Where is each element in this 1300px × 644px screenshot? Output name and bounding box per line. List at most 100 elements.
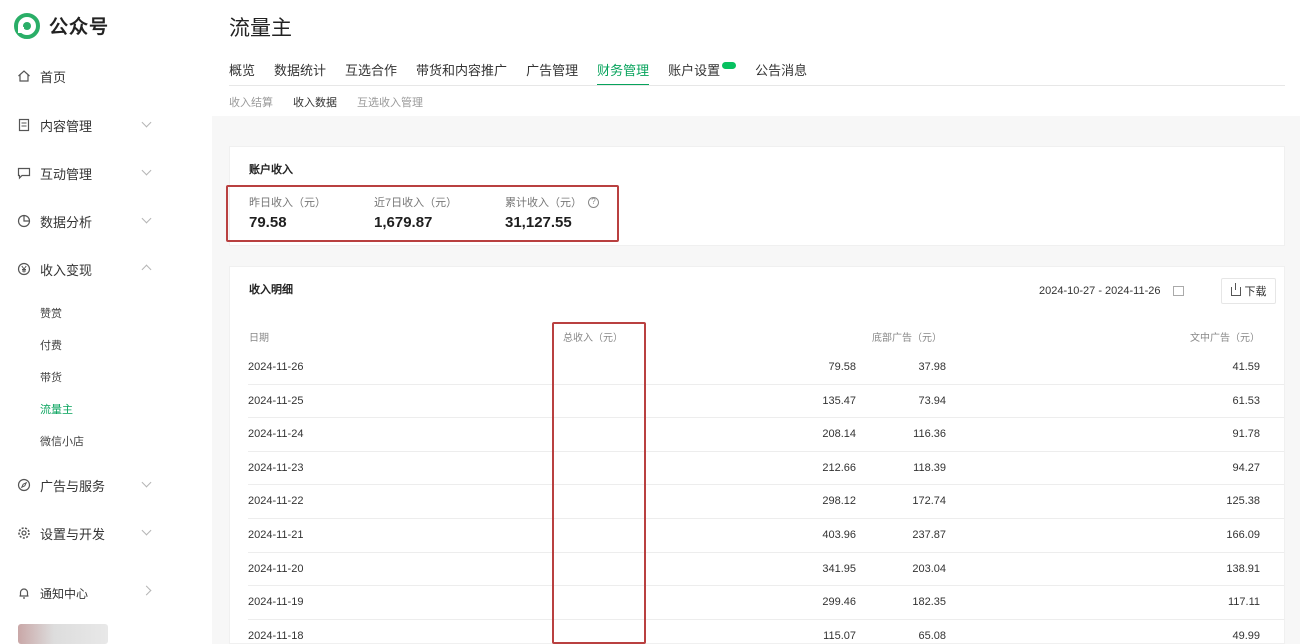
sidebar-item-label: 广告与服务 [40, 478, 106, 494]
cell-date: 2024-11-24 [248, 428, 304, 441]
sidebar-subitem-commerce[interactable]: 带货 [40, 369, 62, 385]
cell-bottom-ad: 65.08 [918, 629, 946, 642]
cell-total: 115.07 [823, 629, 856, 642]
cell-mid-ad: 94.27 [1232, 461, 1260, 474]
sidebar-item-settings-dev[interactable]: 设置与开发 [16, 521, 156, 545]
income-detail-title: 收入明细 [249, 284, 293, 296]
document-icon [16, 117, 32, 133]
sidebar-subitem-paid[interactable]: 付费 [40, 337, 62, 353]
table-row: 2024-11-26 79.58 37.98 41.59 [230, 350, 1284, 384]
sub-tabs: 收入结算 收入数据 互选收入管理 [229, 94, 443, 110]
row-divider [248, 450, 1284, 452]
tab-account-settings[interactable]: 账户设置 [668, 60, 737, 86]
cell-total: 298.12 [822, 495, 856, 508]
sidebar-item-home[interactable]: 首页 [16, 64, 156, 88]
tab-data-stats[interactable]: 数据统计 [274, 60, 326, 86]
cell-mid-ad: 49.99 [1232, 629, 1260, 642]
sidebar-item-label: 内容管理 [40, 118, 93, 134]
subtab-settlement[interactable]: 收入结算 [229, 94, 273, 110]
highlight-box-total-column [552, 322, 646, 644]
table-row: 2024-11-18 115.07 65.08 49.99 [230, 618, 1284, 644]
cell-bottom-ad: 73.94 [918, 394, 946, 407]
row-divider [248, 585, 1284, 587]
sidebar-item-analytics[interactable]: 数据分析 [16, 209, 156, 233]
cell-bottom-ad: 172.74 [912, 495, 946, 508]
sidebar-item-content[interactable]: 内容管理 [16, 113, 156, 137]
table-row: 2024-11-23 212.66 118.39 94.27 [230, 450, 1284, 485]
cell-total: 299.46 [822, 596, 856, 609]
tab-ad-management[interactable]: 广告管理 [526, 60, 578, 86]
home-icon [16, 68, 32, 84]
page-title: 流量主 [229, 17, 292, 40]
sidebar-item-label: 首页 [40, 69, 67, 85]
tab-announcements[interactable]: 公告消息 [755, 60, 807, 86]
row-divider [248, 484, 1284, 486]
tab-finance[interactable]: 财务管理 [597, 60, 650, 86]
cell-total: 403.96 [822, 529, 856, 541]
row-divider [248, 417, 1284, 419]
row-divider [248, 551, 1284, 553]
cell-total: 135.47 [822, 394, 856, 407]
sidebar-item-interaction[interactable]: 互动管理 [16, 161, 156, 185]
cell-date: 2024-11-18 [248, 629, 304, 642]
subtab-mutual-income[interactable]: 互选收入管理 [357, 94, 423, 110]
cell-bottom-ad: 203.04 [912, 562, 946, 575]
column-header-date: 日期 [249, 333, 269, 344]
date-range-picker[interactable]: 2024-10-27 - 2024-11-26 [1039, 285, 1184, 297]
sidebar-subitem-appreciation[interactable]: 赞赏 [40, 305, 62, 321]
cell-bottom-ad: 37.98 [918, 361, 946, 373]
sidebar-item-ads-services[interactable]: 广告与服务 [16, 473, 156, 497]
cell-date: 2024-11-22 [248, 495, 304, 508]
new-badge [722, 62, 737, 69]
app-name: 公众号 [49, 17, 110, 38]
cell-mid-ad: 117.11 [1227, 596, 1260, 609]
tabs-divider [229, 85, 1285, 86]
chevron-up-icon [141, 264, 152, 275]
table-row: 2024-11-24 208.14 116.36 91.78 [230, 417, 1284, 451]
table-row: 2024-11-19 299.46 182.35 117.11 [230, 585, 1284, 619]
account-income-title: 账户收入 [249, 164, 293, 176]
cell-bottom-ad: 182.35 [912, 596, 946, 609]
sidebar-item-label: 互动管理 [40, 166, 93, 182]
calendar-icon [1172, 286, 1184, 296]
yen-circle-icon [16, 261, 32, 277]
subtab-income-data[interactable]: 收入数据 [293, 94, 337, 110]
sidebar-item-label: 收入变现 [40, 262, 93, 278]
app-logo[interactable]: 公众号 [14, 12, 109, 39]
tab-overview[interactable]: 概览 [229, 60, 255, 86]
row-divider [248, 383, 1284, 385]
cell-mid-ad: 61.53 [1232, 394, 1260, 407]
table-row: 2024-11-20 341.95 203.04 138.91 [230, 551, 1284, 586]
chevron-down-icon [141, 117, 152, 128]
cell-mid-ad: 166.09 [1226, 529, 1260, 541]
sidebar-item-monetize[interactable]: 收入变现 [16, 257, 156, 281]
sidebar-subitem-wechat-shop[interactable]: 微信小店 [40, 433, 84, 449]
chevron-down-icon [141, 165, 152, 176]
sidebar-item-notifications[interactable]: 通知中心 [16, 581, 156, 605]
download-icon [1230, 282, 1241, 296]
wechat-official-logo-icon [14, 12, 40, 39]
sidebar-item-label: 设置与开发 [40, 526, 106, 542]
cell-date: 2024-11-26 [248, 361, 304, 373]
column-header-mid-ad: 文中广告（元） [1190, 333, 1260, 344]
download-button[interactable]: 下载 [1221, 278, 1276, 304]
row-divider [248, 518, 1284, 519]
cell-total: 79.58 [828, 361, 856, 373]
sidebar-subitem-traffic-master[interactable]: 流量主 [40, 401, 73, 417]
table-row: 2024-11-22 298.12 172.74 125.38 [230, 484, 1284, 518]
tab-label: 账户设置 [668, 63, 721, 78]
account-avatar[interactable] [18, 624, 108, 644]
cell-mid-ad: 138.91 [1226, 562, 1260, 575]
tab-commerce-promotion[interactable]: 带货和内容推广 [416, 60, 507, 86]
cell-date: 2024-11-23 [248, 461, 304, 474]
cell-bottom-ad: 237.87 [912, 529, 946, 541]
chevron-down-icon [141, 477, 152, 488]
pie-chart-icon [16, 213, 32, 229]
cell-total: 212.66 [822, 461, 856, 474]
cell-total: 208.14 [822, 428, 856, 441]
download-label: 下载 [1244, 286, 1267, 298]
cell-date: 2024-11-19 [248, 596, 304, 609]
cell-date: 2024-11-20 [248, 562, 304, 575]
tab-mutual-cooperation[interactable]: 互选合作 [345, 60, 397, 86]
chevron-right-icon [141, 585, 152, 596]
